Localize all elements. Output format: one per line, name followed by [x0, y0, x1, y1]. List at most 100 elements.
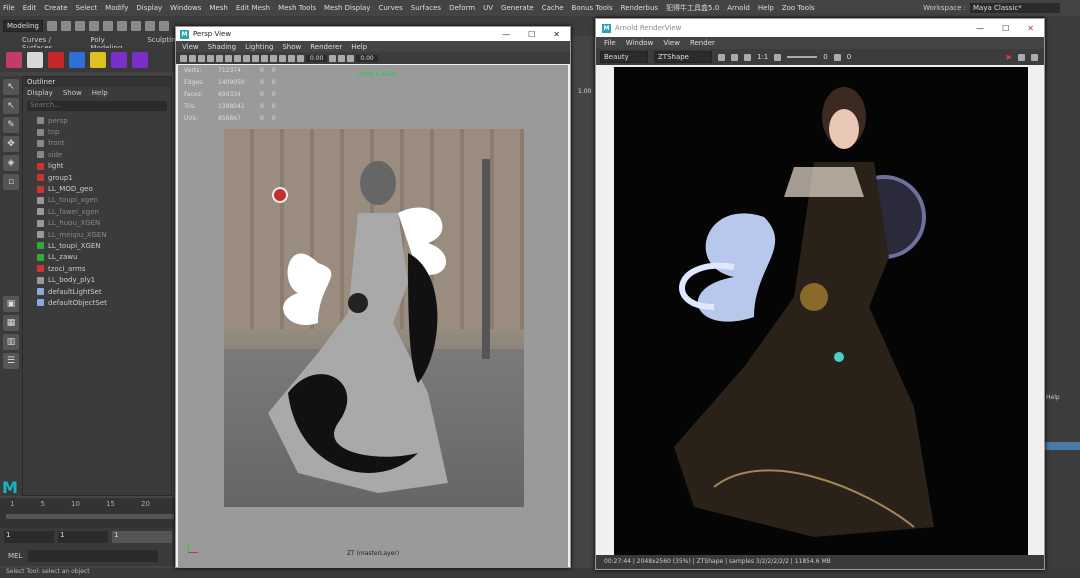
grid-icon[interactable]	[216, 54, 223, 62]
shelf-tab-curves[interactable]: Curves / Surfaces	[22, 36, 76, 52]
gamma-value[interactable]: 0	[847, 53, 851, 61]
layout-four-icon[interactable]: ▦	[3, 315, 19, 331]
outliner-item[interactable]: persp	[37, 115, 171, 126]
aov-dropdown[interactable]: Beauty	[600, 51, 648, 63]
menu-15[interactable]: Generate	[501, 4, 534, 12]
image-plane-icon[interactable]	[207, 54, 214, 62]
time-slider[interactable]: 1 5 10 15 20	[0, 498, 180, 528]
outliner-item[interactable]: LL_MOD_geo	[37, 183, 171, 194]
outliner-item[interactable]: LL_toupi_XGEN	[37, 240, 171, 251]
menu-9[interactable]: Mesh Tools	[278, 4, 316, 12]
menu-14[interactable]: UV	[483, 4, 493, 12]
arnold-menu-render[interactable]: Render	[690, 39, 715, 47]
arnold-menu-view[interactable]: View	[663, 39, 680, 47]
minimize-icon[interactable]: —	[976, 24, 984, 33]
color-mgmt-icon[interactable]	[347, 54, 355, 62]
zoom-ratio[interactable]: 1:1	[757, 53, 768, 61]
outliner-search[interactable]: Search...	[27, 101, 167, 111]
menu-8[interactable]: Edit Mesh	[236, 4, 270, 12]
outliner-menu-display[interactable]: Display	[27, 89, 53, 97]
menu-12[interactable]: Surfaces	[411, 4, 441, 12]
exposure-slider[interactable]	[787, 56, 818, 58]
range-start-field[interactable]: 1	[4, 531, 54, 543]
exposure-icon[interactable]	[774, 53, 782, 61]
workspace-selector[interactable]: Workspace : Maya Classic*	[923, 3, 1060, 13]
plugin-shelf-icon[interactable]	[6, 52, 22, 68]
redo-icon[interactable]	[102, 21, 113, 31]
resolution-gate-icon[interactable]	[234, 54, 241, 62]
select-object-icon[interactable]	[130, 21, 141, 31]
undo-icon[interactable]	[88, 21, 99, 31]
outliner-item[interactable]: defaultObjectSet	[37, 297, 171, 308]
menu-7[interactable]: Mesh	[209, 4, 227, 12]
exposure-value[interactable]: 0	[823, 53, 827, 61]
share-shelf-icon[interactable]	[69, 52, 85, 68]
outliner-item[interactable]: light	[37, 161, 171, 172]
panel-menu-show[interactable]: Show	[282, 43, 301, 51]
outliner-menu-show[interactable]: Show	[63, 89, 82, 97]
outliner-item[interactable]: front	[37, 138, 171, 149]
select-tool-icon[interactable]: ↖	[3, 79, 19, 95]
menu-11[interactable]: Curves	[378, 4, 402, 12]
menu-6[interactable]: Windows	[170, 4, 201, 12]
menu-3[interactable]: Select	[76, 4, 98, 12]
outliner-menu-help[interactable]: Help	[92, 89, 108, 97]
panel-menu-help[interactable]: Help	[351, 43, 367, 51]
menu-20[interactable]: Arnold	[727, 4, 750, 12]
camera-select-icon[interactable]	[180, 54, 187, 62]
maximize-icon[interactable]: ☐	[528, 30, 535, 39]
menu-1[interactable]: Edit	[23, 4, 37, 12]
right-dock-help[interactable]: Help	[1046, 394, 1060, 401]
shelf-tab-poly[interactable]: Poly Modeling	[90, 36, 133, 52]
outliner-item[interactable]: LL_meiqiu_XGEN	[37, 229, 171, 240]
layout-single-icon[interactable]: ▣	[3, 296, 19, 312]
close-icon[interactable]: ✕	[1027, 24, 1034, 33]
mel-input[interactable]	[28, 550, 159, 562]
light-shelf-icon[interactable]	[90, 52, 106, 68]
gamma-icon[interactable]	[833, 53, 841, 61]
outliner-item[interactable]: LL_huou_XGEN	[37, 218, 171, 229]
select-component-icon[interactable]	[144, 21, 155, 31]
outliner-item[interactable]: side	[37, 149, 171, 160]
panel-menu-view[interactable]: View	[182, 43, 199, 51]
layout-outliner-icon[interactable]: ☰	[3, 353, 19, 369]
workspace-dropdown[interactable]: Maya Classic*	[970, 3, 1060, 13]
render-start-icon[interactable]: ▶	[1007, 53, 1012, 61]
maximize-icon[interactable]: ☐	[1002, 24, 1009, 33]
crop-icon[interactable]	[731, 53, 738, 61]
rotate-tool-icon[interactable]: ◈	[3, 155, 19, 171]
save-scene-icon[interactable]	[74, 21, 85, 31]
menu-4[interactable]: Modify	[105, 4, 128, 12]
menu-17[interactable]: Bonus Tools	[572, 4, 613, 12]
layout-two-icon[interactable]: ▥	[3, 334, 19, 350]
refresh-icon[interactable]	[1018, 53, 1025, 61]
smooth-shade-icon[interactable]	[252, 54, 259, 62]
outliner-item[interactable]: group1	[37, 172, 171, 183]
paint-select-icon[interactable]: ✎	[3, 117, 19, 133]
panel-menu-renderer[interactable]: Renderer	[310, 43, 342, 51]
isolate-icon[interactable]	[288, 54, 295, 62]
textured-icon[interactable]	[261, 54, 268, 62]
camera-attr-icon[interactable]	[189, 54, 196, 62]
arnold-menu-window[interactable]: Window	[626, 39, 654, 47]
camera-dropdown[interactable]: ZTShape	[654, 51, 712, 63]
panel-menu-shading[interactable]: Shading	[208, 43, 236, 51]
panel-menu-lighting[interactable]: Lighting	[245, 43, 273, 51]
menu-10[interactable]: Mesh Display	[324, 4, 370, 12]
shadows-icon[interactable]	[279, 54, 286, 62]
menu-2[interactable]: Create	[44, 4, 67, 12]
outliner-item[interactable]: LL_toupi_xgen	[37, 195, 171, 206]
lasso-tool-icon[interactable]: ↖	[3, 98, 19, 114]
menu-21[interactable]: Help	[758, 4, 774, 12]
menu-18[interactable]: Renderbus	[621, 4, 658, 12]
menu-16[interactable]: Cache	[542, 4, 564, 12]
sphere-shelf-icon[interactable]	[27, 52, 43, 68]
xray-icon[interactable]	[297, 54, 304, 62]
exposure-field[interactable]: 0.00	[356, 54, 378, 62]
film-gate-icon[interactable]	[225, 54, 232, 62]
scale-tool-icon[interactable]: ▫	[3, 174, 19, 190]
menu-19[interactable]: 犯得牛工具盒5.0	[666, 3, 719, 13]
range-current-field[interactable]: 1	[58, 531, 108, 543]
menu-5[interactable]: Display	[136, 4, 162, 12]
open-scene-icon[interactable]	[60, 21, 71, 31]
